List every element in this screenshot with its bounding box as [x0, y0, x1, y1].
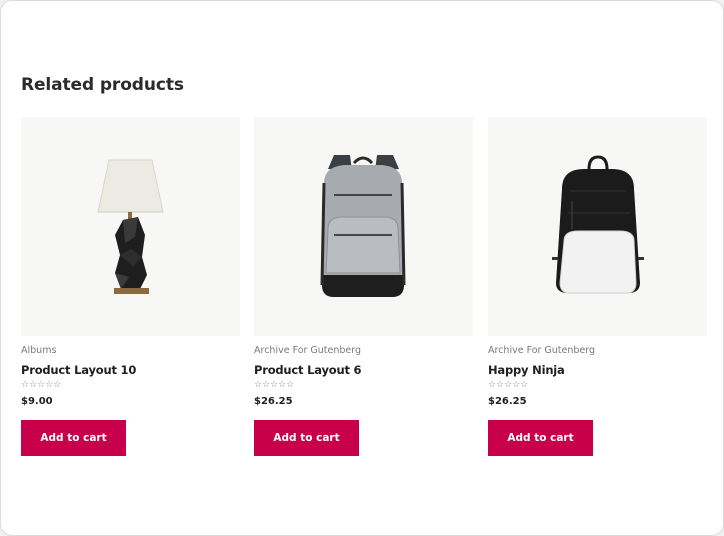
product-price: $26.25: [488, 396, 527, 407]
add-to-cart-button[interactable]: Add to cart: [21, 420, 126, 456]
product-price: $26.25: [254, 396, 293, 407]
product-image-lamp[interactable]: [21, 117, 240, 336]
related-products-panel: Related products Albums Product Layout 1…: [0, 0, 724, 536]
table-lamp-icon: [97, 159, 164, 294]
product-title[interactable]: Product Layout 10: [21, 363, 136, 377]
add-to-cart-button[interactable]: Add to cart: [254, 420, 359, 456]
product-image-backpack-grey[interactable]: [254, 117, 473, 336]
product-card: Albums Product Layout 10 ☆☆☆☆☆ $9.00 Add…: [21, 117, 240, 456]
product-title[interactable]: Happy Ninja: [488, 363, 565, 377]
product-card: Archive For Gutenberg Happy Ninja ☆☆☆☆☆ …: [488, 117, 707, 456]
section-title: Related products: [21, 75, 184, 95]
product-title[interactable]: Product Layout 6: [254, 363, 362, 377]
product-category[interactable]: Archive For Gutenberg: [254, 345, 361, 356]
star-rating-icon: ☆☆☆☆☆: [254, 380, 295, 390]
product-image-backpack-black[interactable]: [488, 117, 707, 336]
grey-backpack-icon: [320, 155, 406, 297]
add-to-cart-button[interactable]: Add to cart: [488, 420, 593, 456]
product-card: Archive For Gutenberg Product Layout 6 ☆…: [254, 117, 473, 456]
product-category[interactable]: Albums: [21, 345, 56, 356]
product-price: $9.00: [21, 396, 53, 407]
black-white-backpack-icon: [552, 155, 644, 294]
star-rating-icon: ☆☆☆☆☆: [488, 380, 529, 390]
product-category[interactable]: Archive For Gutenberg: [488, 345, 595, 356]
star-rating-icon: ☆☆☆☆☆: [21, 380, 62, 390]
